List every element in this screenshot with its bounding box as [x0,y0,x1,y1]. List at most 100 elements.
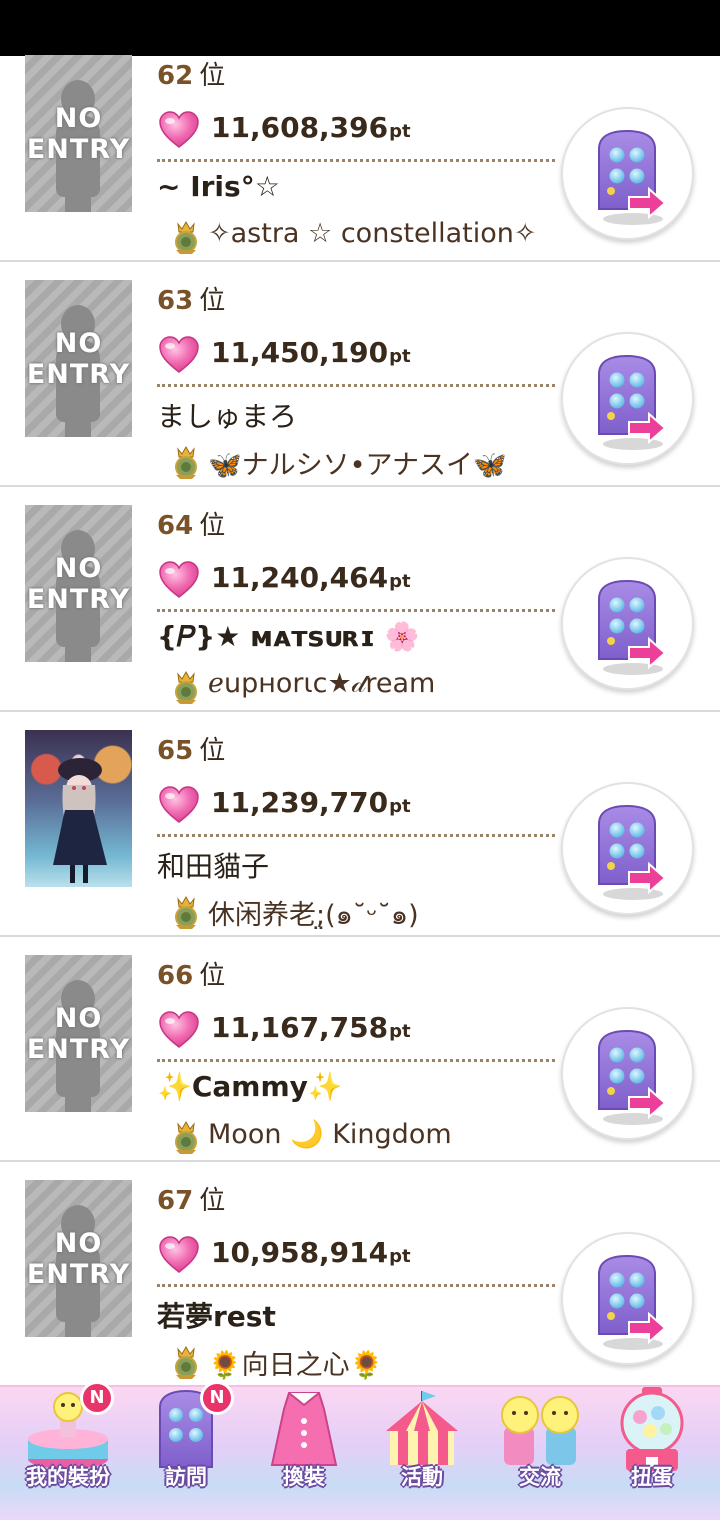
visit-button[interactable] [561,1232,694,1365]
points-number: 11,167,758 [211,1011,389,1044]
group-name[interactable]: 🦋ナルシソ•アナスイ🦋 [208,443,507,482]
ranking-row[interactable]: NO ENTRY 66 位 11,167,758pt ✨Cammy✨ Moon 🌙… [0,937,720,1162]
silhouette-legs [65,1083,91,1112]
dotted-divider [157,1059,555,1062]
nav-visit[interactable]: N 訪問 [126,1381,246,1517]
visit-button[interactable] [561,1007,694,1140]
door-icon [598,579,667,675]
dotted-divider [157,609,555,612]
ranking-row[interactable]: NO ENTRY 63 位 11,450,190pt ましゅまろ 🦋ナルシソ•アナ… [0,262,720,487]
bottom-nav: N 我的裝扮 N 訪問 換裝 活動 交流 扭蛋 [0,1381,720,1520]
points-value: 11,608,396pt [211,111,411,144]
group-name[interactable]: 🌻向日之心🌻 [208,1343,383,1382]
nav-label: 訪問 [165,1465,207,1489]
rank-suffix: 位 [199,961,226,991]
ranking-row[interactable]: 65 位 11,239,770pt 和田貓子 休闲养老;̤(๑˘ᵕ˘๑) [0,712,720,937]
rank-label: 63 位 [157,280,225,317]
player-name[interactable]: 若夢rest [157,1295,276,1335]
visit-button[interactable] [561,782,694,915]
heart-icon [159,1011,199,1048]
no-entry-label: NO ENTRY [26,1228,131,1290]
rank-label: 62 位 [157,55,225,92]
dotted-divider [157,834,555,837]
rank-label: 67 位 [157,1180,225,1217]
crown-badge-icon [175,670,197,704]
rank-label: 66 位 [157,955,225,992]
heart-icon [159,111,199,148]
rank-number: 67 [157,1186,194,1216]
no-entry-label: NO ENTRY [26,553,131,615]
nav-label: 交流 [519,1465,561,1489]
points-unit: pt [389,1021,411,1042]
nav-dress-up[interactable]: 換裝 [244,1387,364,1517]
rank-suffix: 位 [199,736,226,766]
rank-label: 65 位 [157,730,225,767]
points-value: 11,240,464pt [211,561,411,594]
points-number: 10,958,914 [211,1236,389,1269]
player-name[interactable]: ✨Cammy✨ [157,1070,343,1103]
door-icon [598,804,667,900]
player-name[interactable]: {𝑃}★ ᴍᴀᴛsᴜʀɪ 🌸 [157,620,420,654]
points-value: 10,958,914pt [211,1236,411,1269]
no-entry-label: NO ENTRY [26,1003,131,1065]
visit-button[interactable] [561,332,694,465]
player-name[interactable]: ~ Iris°☆ [157,170,280,203]
group-name[interactable]: ℯupнorιc★𝒹ream [208,668,435,700]
heart-icon [159,1236,199,1273]
avatar-placeholder[interactable]: NO ENTRY [25,280,132,437]
nav-events[interactable]: 活動 [362,1387,482,1517]
avatar-placeholder[interactable]: NO ENTRY [25,505,132,662]
points-value: 11,450,190pt [211,336,411,369]
rank-suffix: 位 [199,1186,226,1216]
heart-icon [159,336,199,373]
group-name[interactable]: Moon 🌙 Kingdom [208,1118,452,1150]
silhouette-legs [65,183,91,212]
ranking-row[interactable]: NO ENTRY 62 位 11,608,396pt ~ Iris°☆ ✧astr… [0,37,720,262]
points-value: 11,167,758pt [211,1011,411,1044]
heart-icon [159,786,199,823]
no-entry-label: NO ENTRY [26,328,131,390]
nav-my-outfit[interactable]: N 我的裝扮 [8,1381,128,1517]
rank-number: 66 [157,961,194,991]
player-name[interactable]: ましゅまろ [157,395,297,435]
silhouette-legs [65,408,91,437]
nav-label: 扭蛋 [631,1465,673,1489]
notification-badge: N [80,1381,114,1415]
group-name[interactable]: ✧astra ☆ constellation✧ [208,218,536,249]
group-name[interactable]: 休闲养老;̤(๑˘ᵕ˘๑) [208,893,419,936]
no-entry-label: NO ENTRY [26,103,131,165]
points-unit: pt [389,121,411,142]
crown-badge-icon [175,895,197,929]
nav-gacha[interactable]: 扭蛋 [592,1387,712,1517]
avatar-illustration [53,758,107,883]
avatar-placeholder[interactable]: NO ENTRY [25,55,132,212]
rank-number: 64 [157,511,194,541]
points-unit: pt [389,1246,411,1267]
crown-badge-icon [175,445,197,479]
visit-button[interactable] [561,107,694,240]
points-number: 11,450,190 [211,336,389,369]
door-icon [598,354,667,450]
points-unit: pt [389,796,411,817]
rank-number: 65 [157,736,194,766]
points-unit: pt [389,346,411,367]
silhouette-legs [65,1308,91,1337]
ranking-row[interactable]: NO ENTRY 67 位 10,958,914pt 若夢rest 🌻向日之心🌻 [0,1162,720,1387]
rank-label: 64 位 [157,505,225,542]
nav-social[interactable]: 交流 [480,1387,600,1517]
points-unit: pt [389,571,411,592]
crown-badge-icon [175,1345,197,1379]
player-name[interactable]: 和田貓子 [157,845,269,885]
ranking-list: NO ENTRY 62 位 11,608,396pt ~ Iris°☆ ✧astr… [0,37,720,1387]
points-value: 11,239,770pt [211,786,411,819]
avatar-placeholder[interactable]: NO ENTRY [25,1180,132,1337]
rank-number: 63 [157,286,194,316]
silhouette-legs [65,633,91,662]
door-icon [598,129,667,225]
visit-button[interactable] [561,557,694,690]
ranking-row[interactable]: NO ENTRY 64 位 11,240,464pt {𝑃}★ ᴍᴀᴛsᴜʀɪ 🌸… [0,487,720,712]
dotted-divider [157,384,555,387]
avatar-placeholder[interactable]: NO ENTRY [25,955,132,1112]
nav-label: 我的裝扮 [26,1465,110,1489]
avatar-image[interactable] [25,730,132,887]
